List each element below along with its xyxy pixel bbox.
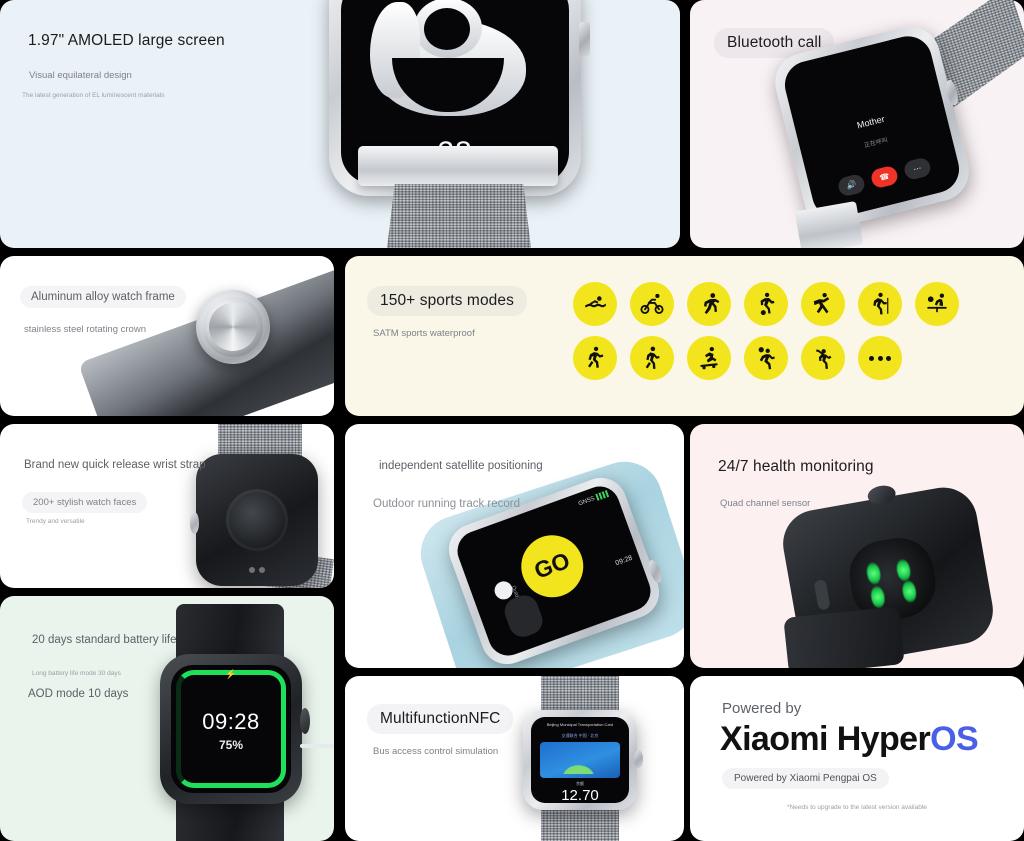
climbing-icon[interactable] — [573, 336, 617, 380]
panel-strap-subtitle-2: Trendy and versatile — [26, 518, 85, 525]
panel-sports-subtitle-1: SATM sports waterproof — [373, 328, 475, 339]
panel-gps-subtitle-1: Outdoor running track record — [373, 498, 521, 510]
watch-time: 09:28 — [202, 708, 260, 734]
watch-illustration-battery: ⚡ 09:28 75% — [160, 654, 310, 804]
watch-strap — [783, 606, 905, 668]
panel-sports-headline: 150+ sports modes — [367, 286, 527, 316]
charging-bolt-icon: ⚡ — [225, 669, 237, 679]
panel-bluetooth-call: Bluetooth call Mother 正在呼叫 🔊 ☎ ⋯ — [690, 0, 1024, 248]
panel-gps-headline: independent satellite positioning — [379, 460, 543, 472]
heart-rate-sensor-icon — [226, 489, 288, 551]
crown-icon — [634, 750, 643, 768]
basketball-icon[interactable] — [744, 336, 788, 380]
hyperos-logo: Xiaomi HyperOS — [720, 720, 979, 759]
panel-health-headline: 24/7 health monitoring — [718, 458, 874, 475]
panel-watch-frame: Aluminum alloy watch frame stainless ste… — [0, 256, 334, 416]
watch-illustration-nfc: Beijing Municipal Transportation Card 交通… — [523, 710, 643, 810]
panel-sports-modes: 150+ sports modes SATM sports waterproof — [345, 256, 1024, 416]
sports-icon-row — [573, 282, 959, 326]
transit-card-art — [540, 742, 620, 778]
transit-card-subtitle: 交通联合 中国 · 北京 — [561, 733, 599, 738]
dancing-icon[interactable] — [801, 282, 845, 326]
crown-icon — [579, 22, 590, 56]
panel-hyperos: Powered by Xiaomi HyperOS Powered by Xia… — [690, 676, 1024, 841]
transit-card-title: Beijing Municipal Transportation Card — [546, 722, 614, 727]
watch-illustration-back — [190, 454, 318, 586]
rotating-crown-icon — [196, 290, 270, 364]
panel-frame-subtitle-1: stainless steel rotating crown — [24, 324, 146, 335]
action-pill[interactable] — [500, 591, 547, 641]
walking-icon[interactable] — [630, 336, 674, 380]
table-tennis-icon[interactable] — [915, 282, 959, 326]
watch-screen: Mother 正在呼叫 🔊 ☎ ⋯ — [779, 31, 965, 223]
gnss-indicator: GNSS — [577, 489, 610, 508]
go-button[interactable]: GO — [512, 526, 592, 606]
hyperos-note: Powered by Xiaomi Pengpai OS — [722, 768, 889, 789]
panel-nfc: Beijing Municipal Transportation Card 交通… — [345, 676, 684, 841]
watch-screen: Beijing Municipal Transportation Card 交通… — [531, 717, 629, 803]
battery-percentage: 75% — [218, 737, 244, 752]
panel-amoled-subtitle-2: The latest generation of EL luminescent … — [22, 92, 165, 99]
panel-nfc-subtitle-1: Bus access control simulation — [373, 746, 499, 757]
panel-strap-headline: Brand new quick release wrist strap — [24, 459, 206, 471]
hiking-icon[interactable] — [858, 282, 902, 326]
balance-value: 12.70 — [561, 787, 599, 803]
panel-health-monitoring: 24/7 health monitoring Quad channel sens… — [690, 424, 1024, 668]
panel-battery-subtitle-2: AOD mode 10 days — [28, 688, 129, 700]
mute-icon[interactable]: 🔊 — [836, 172, 867, 198]
panel-battery-headline: 20 days standard battery life — [32, 634, 177, 646]
panel-battery-life: ⚡ 09:28 75% 20 days standard battery lif… — [0, 596, 334, 841]
panel-nfc-headline: MultifunctionNFC — [367, 704, 514, 734]
more-icon[interactable] — [858, 336, 902, 380]
crown-icon — [190, 512, 199, 534]
charging-cable — [300, 744, 334, 748]
hyperos-brand-main: Xiaomi Hyper — [720, 720, 931, 758]
crown-icon — [300, 708, 310, 734]
panel-wrist-strap: Brand new quick release wrist strap 200+… — [0, 424, 334, 588]
gnss-label: GNSS — [577, 495, 596, 507]
panel-satellite-positioning: GNSS 09:28 GO Outdoor running independen… — [345, 424, 684, 668]
running-icon[interactable] — [687, 282, 731, 326]
golf-icon[interactable] — [801, 336, 845, 380]
panel-amoled-subtitle-1: Visual equilateral design — [29, 70, 132, 81]
swimming-icon[interactable] — [573, 282, 617, 326]
hyperos-footnote: *Needs to upgrade to the latest version … — [787, 804, 927, 811]
panel-amoled-headline: 1.97" AMOLED large screen — [28, 32, 225, 49]
cycling-icon[interactable] — [630, 282, 674, 326]
hyperos-brand-accent: OS — [930, 720, 979, 758]
watch-mesh-band — [386, 184, 532, 248]
watch-clasp — [358, 146, 558, 186]
panel-battery-subtitle-1: Long battery life mode 30 days — [32, 670, 121, 677]
panel-amoled-screen: 1.97" AMOLED large screen Visual equilat… — [0, 0, 680, 248]
sports-icon-row — [573, 336, 959, 380]
hangup-icon[interactable]: ☎ — [869, 164, 900, 190]
sports-icon-grid — [573, 282, 959, 380]
product-feature-grid: 1.97" AMOLED large screen Visual equilat… — [0, 0, 1024, 841]
watch-face-art — [370, 0, 540, 144]
powered-by-label: Powered by — [722, 700, 802, 717]
soccer-icon[interactable] — [744, 282, 788, 326]
panel-strap-subtitle-1: 200+ stylish watch faces — [22, 492, 148, 513]
crown-icon — [866, 483, 897, 507]
skateboarding-icon[interactable] — [687, 336, 731, 380]
watch-screen: ⚡ 09:28 75% — [171, 665, 291, 793]
panel-frame-headline: Aluminum alloy watch frame — [20, 286, 186, 308]
watch-time: 09:28 — [614, 554, 634, 568]
panel-health-subtitle-1: Quad channel sensor — [720, 498, 811, 509]
more-icon[interactable]: ⋯ — [902, 156, 933, 181]
